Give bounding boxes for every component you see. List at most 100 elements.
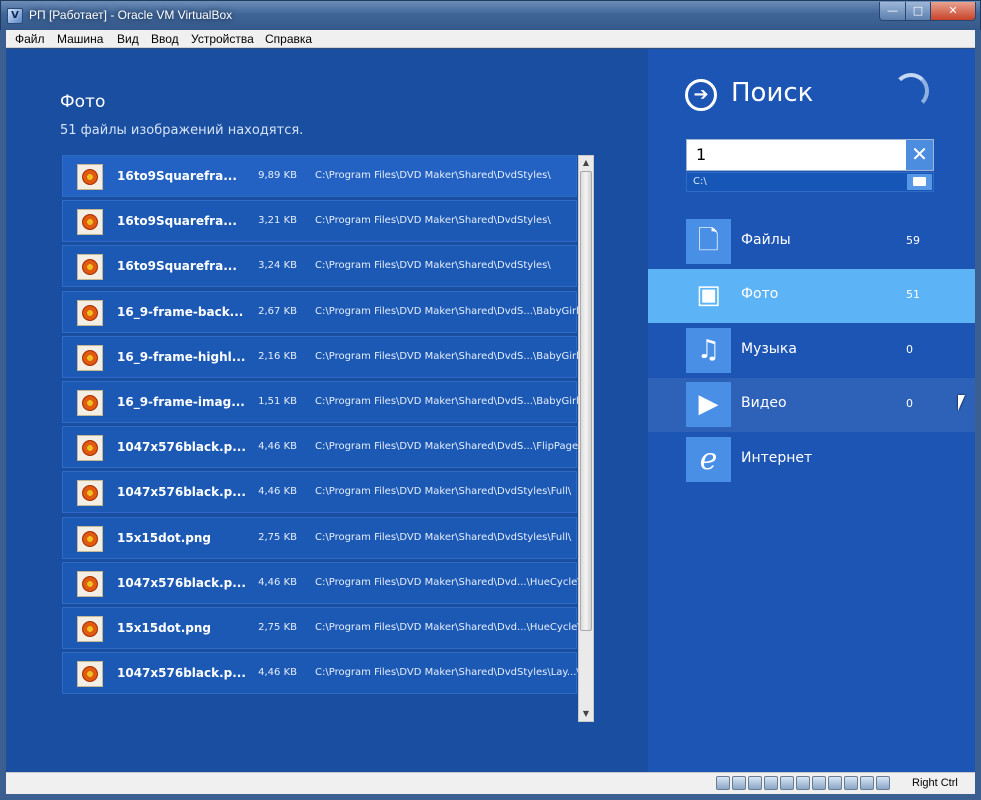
category-video[interactable]: ▶ Видео 0 <box>648 378 975 432</box>
category-count: 0 <box>906 397 913 410</box>
result-row[interactable]: 16_9-frame-back... 2,67 KB C:\Program File… <box>62 290 582 333</box>
virtualization-icon[interactable] <box>844 776 858 790</box>
category-count: 0 <box>906 343 913 356</box>
file-name: 16to9Squarefra... <box>117 214 237 229</box>
shared-folders-icon[interactable] <box>796 776 810 790</box>
results-title: Фото <box>60 92 106 112</box>
menu-file[interactable]: Файл <box>15 32 45 46</box>
clear-search-button[interactable]: ✕ <box>906 140 933 170</box>
menubar: Файл Машина Вид Ввод Устройства Справка <box>6 30 975 48</box>
virtualbox-icon: V <box>7 8 23 24</box>
category-photos[interactable]: ▣ Фото 51 <box>648 269 975 323</box>
audio-icon[interactable] <box>748 776 762 790</box>
hard-disk-icon[interactable] <box>716 776 730 790</box>
mouse-integration-icon[interactable] <box>860 776 874 790</box>
search-input[interactable]: 1 ✕ <box>686 139 934 171</box>
result-row[interactable]: 16_9-frame-imag... 1,51 KB C:\Program File… <box>62 380 582 423</box>
file-path: C:\Program Files\DVD Maker\Shared\Dvd...… <box>315 576 581 588</box>
result-row[interactable]: 1047x576black.p... 4,46 KB C:\Program File… <box>62 652 580 695</box>
category-count: 59 <box>906 234 920 247</box>
display-icon[interactable] <box>812 776 826 790</box>
window-frame-bottom <box>0 794 981 800</box>
results-scrollbar[interactable]: ▲ ▼ <box>578 155 594 722</box>
file-name: 16_9-frame-highl... <box>117 349 246 364</box>
file-size: 9,89 KB <box>258 170 297 181</box>
menu-devices[interactable]: Устройства <box>191 32 254 46</box>
menu-machine[interactable]: Машина <box>57 32 103 46</box>
file-size: 4,46 KB <box>258 486 297 498</box>
search-input-value: 1 <box>696 145 707 164</box>
result-row[interactable]: 16to9Squarefra... 3,24 KB C:\Program Files… <box>62 245 577 288</box>
result-row[interactable]: 1047x576black.p... 4,46 KB C:\Program File… <box>62 426 582 469</box>
file-path: C:\Program Files\DVD Maker\Shared\DvdSty… <box>315 215 551 227</box>
file-size: 4,46 KB <box>258 667 297 679</box>
window-title: РП [Работает] - Oracle VM VirtualBox <box>29 8 233 22</box>
internet-explorer-icon: e <box>686 437 731 482</box>
file-path: C:\Program Files\DVD Maker\Shared\DvdS..… <box>315 441 582 453</box>
menu-input[interactable]: Ввод <box>151 32 179 46</box>
results-list: 16to9Squarefra... 9,89 KB C:\Program Files… <box>62 155 582 697</box>
result-row[interactable]: 15x15dot.png 2,75 KB C:\Program Files\DVD … <box>62 606 581 649</box>
video-icon: ▶ <box>686 382 731 427</box>
arrow-right-circle-icon[interactable]: ➔ <box>685 79 717 111</box>
category-internet[interactable]: e Интернет <box>648 433 975 487</box>
file-name: 15x15dot.png <box>117 530 211 545</box>
image-file-icon <box>77 525 103 552</box>
image-file-icon <box>77 164 103 190</box>
scroll-thumb[interactable] <box>580 171 592 631</box>
network-icon[interactable] <box>764 776 778 790</box>
file-size: 4,46 KB <box>258 576 297 588</box>
category-label: Фото <box>741 286 779 302</box>
image-file-icon <box>77 570 103 597</box>
category-label: Видео <box>741 395 787 411</box>
file-path: C:\Program Files\DVD Maker\Shared\DvdSty… <box>315 667 580 679</box>
menu-view[interactable]: Вид <box>117 32 139 46</box>
category-count: 51 <box>906 288 920 301</box>
search-sidebar: ➔ Поиск 1 ✕ C:\ 🗋 Файлы 59 ▣ Фото 51 ♫ М… <box>648 49 975 772</box>
minimize-button[interactable]: — <box>879 2 906 21</box>
result-row[interactable]: 16to9Squarefra... 3,21 KB C:\Program Files… <box>62 200 577 243</box>
scroll-down-arrow-icon[interactable]: ▼ <box>579 707 593 721</box>
file-path: C:\Program Files\DVD Maker\Shared\DvdS..… <box>315 305 583 317</box>
image-file-icon <box>77 615 103 642</box>
category-files[interactable]: 🗋 Файлы 59 <box>648 215 975 269</box>
maximize-button[interactable]: □ <box>905 2 931 21</box>
close-button[interactable]: ✕ <box>930 2 976 21</box>
image-file-icon <box>77 661 103 688</box>
file-size: 2,67 KB <box>258 305 297 317</box>
file-size: 2,75 KB <box>258 531 297 543</box>
category-label: Музыка <box>741 341 797 357</box>
video-capture-icon[interactable] <box>828 776 842 790</box>
file-name: 1047x576black.p... <box>117 440 246 455</box>
result-row[interactable]: 1047x576black.p... 4,46 KB C:\Program File… <box>62 561 581 604</box>
file-name: 16_9-frame-back... <box>117 304 244 319</box>
menu-help[interactable]: Справка <box>265 32 312 46</box>
device-status-icons <box>716 776 892 795</box>
search-location[interactable]: C:\ <box>686 172 934 192</box>
file-size: 4,46 KB <box>258 441 297 453</box>
search-title: Поиск <box>731 78 814 108</box>
window-titlebar[interactable]: V РП [Работает] - Oracle VM VirtualBox —… <box>0 0 981 30</box>
result-row[interactable]: 16to9Squarefra... 9,89 KB C:\Program Files… <box>62 155 577 197</box>
results-pane: Фото 51 файлы изображений находятся. 16t… <box>6 49 648 772</box>
document-icon: 🗋 <box>686 219 731 264</box>
file-size: 2,75 KB <box>258 621 297 633</box>
category-label: Файлы <box>741 232 791 248</box>
host-key-label: Right Ctrl <box>912 777 958 789</box>
file-name: 1047x576black.p... <box>117 485 246 500</box>
file-name: 16to9Squarefra... <box>117 169 237 183</box>
category-music[interactable]: ♫ Музыка 0 <box>648 324 975 378</box>
scroll-up-arrow-icon[interactable]: ▲ <box>579 156 593 170</box>
browse-folder-button[interactable] <box>907 174 932 190</box>
file-name: 16_9-frame-imag... <box>117 394 245 409</box>
result-row[interactable]: 15x15dot.png 2,75 KB C:\Program Files\DVD … <box>62 516 577 559</box>
folder-icon <box>913 177 926 186</box>
keyboard-capture-icon[interactable] <box>876 776 890 790</box>
result-row[interactable]: 16_9-frame-highl... 2,16 KB C:\Program Fil… <box>62 335 582 378</box>
file-size: 3,24 KB <box>258 260 297 272</box>
file-path: C:\Program Files\DVD Maker\Shared\DvdSty… <box>315 486 572 498</box>
usb-icon[interactable] <box>780 776 794 790</box>
photo-icon: ▣ <box>696 280 721 310</box>
optical-drive-icon[interactable] <box>732 776 746 790</box>
result-row[interactable]: 1047x576black.p... 4,46 KB C:\Program File… <box>62 471 577 514</box>
